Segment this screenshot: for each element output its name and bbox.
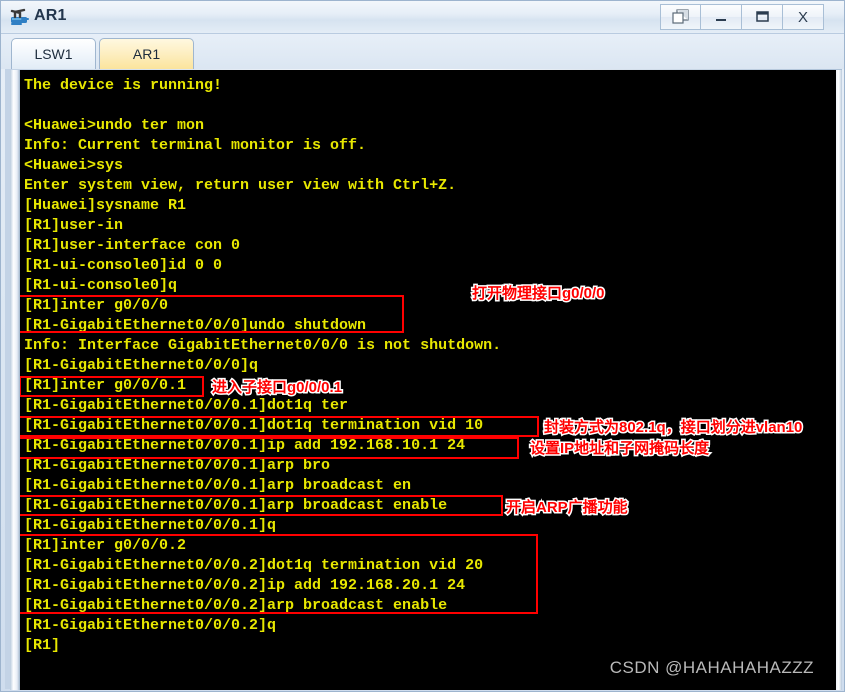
console-line: [R1-GigabitEthernet0/0/0.1]arp broadcast…	[24, 497, 448, 514]
minimize-icon	[716, 19, 726, 21]
console-line: [R1]user-interface con 0	[24, 237, 241, 254]
console-line: [R1-GigabitEthernet0/0/0.1]ip add 192.16…	[24, 437, 466, 454]
console-line: <Huawei>undo ter mon	[24, 117, 205, 134]
console-line: The device is running!	[24, 77, 223, 94]
console-line: [R1-GigabitEthernet0/0/0]undo shutdown	[24, 317, 367, 334]
minimize-button[interactable]	[701, 4, 742, 30]
console-line: [R1]user-in	[24, 217, 124, 234]
console-line: [R1-ui-console0]id 0 0	[24, 257, 223, 274]
console-line: Info: Current terminal monitor is off.	[24, 137, 367, 154]
console-output: The device is running! <Huawei>undo ter …	[24, 76, 834, 656]
console-line: [R1-GigabitEthernet0/0/0.1]arp bro	[24, 457, 331, 474]
console-line: [R1]	[24, 637, 61, 654]
terminal-screen[interactable]: The device is running! <Huawei>undo ter …	[20, 70, 836, 690]
console-line: [R1-GigabitEthernet0/0/0.2]dot1q termina…	[24, 557, 484, 574]
close-button[interactable]: X	[783, 4, 824, 30]
console-line: [R1-GigabitEthernet0/0/0.1]dot1q ter	[24, 397, 349, 414]
tab-lsw1-label: LSW1	[34, 46, 73, 62]
watermark: CSDN @HAHAHAHAZZZ	[609, 658, 814, 677]
annotation-label: 封装方式为802.1q，接口划分进vlan10	[542, 418, 803, 438]
close-icon: X	[797, 8, 808, 26]
router-icon	[10, 8, 29, 25]
terminal-left-scrollbar[interactable]	[10, 70, 20, 690]
console-line: [R1-GigabitEthernet0/0/0]q	[24, 357, 259, 374]
console-line: [R1-GigabitEthernet0/0/0.1]arp broadcast…	[24, 477, 412, 494]
console-line: <Huawei>sys	[24, 157, 124, 174]
window-title: AR1	[34, 7, 67, 24]
console-line: [R1-GigabitEthernet0/0/0.1]q	[24, 517, 277, 534]
annotation-label: 打开物理接口g0/0/0	[471, 284, 607, 304]
console-line: [R1]inter g0/0/0.1	[24, 377, 187, 394]
restore-button[interactable]	[660, 4, 701, 30]
console-line: Info: Interface GigabitEthernet0/0/0 is …	[24, 337, 502, 354]
ar1-console-window: AR1 X LSW1 AR1 The device is running! <H…	[0, 0, 845, 692]
tab-strip: LSW1 AR1	[1, 34, 844, 69]
console-line: [R1]inter g0/0/0	[24, 297, 169, 314]
console-line: Enter system view, return user view with…	[24, 177, 457, 194]
restore-icon	[671, 9, 689, 24]
title-bar: AR1 X	[1, 1, 844, 34]
annotation-label: 进入子接口g0/0/0.1	[210, 378, 343, 398]
console-line: [Huawei]sysname R1	[24, 197, 187, 214]
console-line: [R1-GigabitEthernet0/0/0.2]q	[24, 617, 277, 634]
maximize-icon	[756, 11, 769, 22]
console-line: [R1-GigabitEthernet0/0/0.2]arp broadcast…	[24, 597, 448, 614]
annotation-label: 开启ARP广播功能	[505, 498, 630, 518]
tab-ar1[interactable]: AR1	[99, 38, 194, 69]
annotation-label: 设置IP地址和子网掩码长度	[528, 439, 710, 459]
tab-lsw1[interactable]: LSW1	[11, 38, 96, 69]
console-line: [R1-ui-console0]q	[24, 277, 178, 294]
console-line: [R1]inter g0/0/0.2	[24, 537, 187, 554]
console-line: [R1-GigabitEthernet0/0/0.2]ip add 192.16…	[24, 577, 466, 594]
tab-ar1-label: AR1	[132, 46, 161, 62]
terminal-frame: The device is running! <Huawei>undo ter …	[5, 69, 842, 690]
maximize-button[interactable]	[742, 4, 783, 30]
